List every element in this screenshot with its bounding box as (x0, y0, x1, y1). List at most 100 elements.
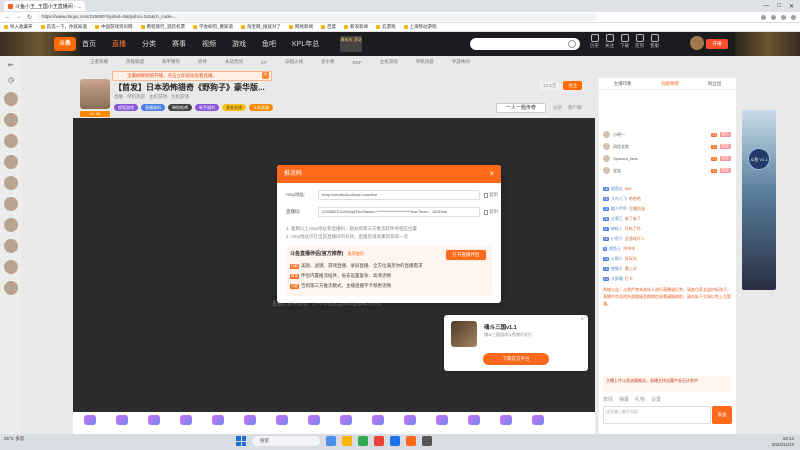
chat-message[interactable]: 19 夜猫子 晚上好 (603, 264, 731, 273)
gift-item[interactable] (369, 415, 387, 431)
download-button[interactable]: 下载 (620, 34, 629, 49)
copy-key-button[interactable]: 复制 (484, 209, 498, 215)
emoji-button[interactable]: 表情 (603, 396, 613, 403)
nav-events[interactable]: 赛事 (172, 39, 186, 49)
follow-button[interactable]: 关注 (605, 34, 614, 49)
gift-item[interactable] (81, 415, 99, 431)
open-companion-button[interactable]: 打开直播伴侣 (446, 250, 486, 260)
chat-message[interactable]: 12 路人甲甲 主播加油 (603, 204, 731, 213)
bookmark-item[interactable]: 携程旅行_酒店机票 (141, 24, 186, 30)
extension-icon[interactable] (781, 14, 786, 20)
history-button[interactable]: 历史 (590, 34, 599, 49)
subnav-item[interactable]: 王者荣耀 (90, 59, 108, 65)
subnav-item[interactable]: 永劫无间 (225, 59, 243, 65)
forward-icon[interactable]: → (15, 14, 22, 20)
site-search-input[interactable] (470, 38, 580, 50)
nav-games[interactable]: 游戏 (232, 39, 246, 49)
chat-message[interactable]: 20 过客乙 来了来了 (603, 214, 731, 223)
system-tray[interactable]: 19:12 2024/11/23 (772, 436, 794, 448)
contributor-row[interactable]: 宝宝 20 粉丝 (603, 166, 731, 175)
service-button[interactable]: 客服 (650, 34, 659, 49)
bookmark-item[interactable]: 淘宝网_搜就对了 (241, 24, 281, 30)
profile-icon[interactable] (791, 14, 796, 20)
followed-avatar[interactable] (4, 239, 18, 253)
tab-impression[interactable]: 主播印象 (614, 81, 632, 87)
danmaku-button[interactable]: 弹幕 (619, 396, 629, 403)
followed-avatar[interactable] (4, 218, 18, 232)
nav-kpl[interactable]: KPL年总 (292, 39, 319, 49)
gift-item[interactable] (529, 415, 547, 431)
subnav-item[interactable]: 和平精英 (162, 59, 180, 65)
bookmark-item[interactable]: 云游戏 (376, 24, 396, 30)
featured-game-button[interactable]: 一人一题传奇 (496, 103, 546, 113)
streamer-tag[interactable]: 超强游戏 (114, 104, 138, 111)
reload-icon[interactable]: ↻ (26, 14, 33, 21)
chat-message[interactable]: 14 大胖橘 打卡 (603, 274, 731, 283)
tab-weekly-rank[interactable]: 贡献周榜 (661, 81, 679, 87)
app-icon[interactable] (422, 436, 432, 446)
streamer-tag[interactable]: 斗鱼直播 (249, 104, 273, 111)
gift-item[interactable] (401, 415, 419, 431)
send-button[interactable]: 发送 (712, 406, 732, 424)
minimize-icon[interactable]: — (763, 3, 769, 10)
taskbar-search[interactable]: 搜索 (252, 436, 320, 446)
extension-icon[interactable] (771, 14, 776, 20)
client-button[interactable]: 客户端 (568, 105, 582, 111)
follow-button[interactable]: 关注 (563, 81, 583, 90)
checkin-button[interactable]: 签到 (635, 34, 644, 49)
search-icon[interactable] (568, 40, 576, 48)
browser-tab[interactable]: 斗鱼小王_王国小王直播间 - ... (4, 1, 86, 11)
douyu-logo[interactable]: 斗鱼 (54, 37, 76, 51)
subnav-item[interactable]: 单机热游 (416, 59, 434, 65)
followed-avatar[interactable] (4, 113, 18, 127)
followed-avatar[interactable] (4, 176, 18, 190)
user-avatar[interactable] (690, 36, 704, 50)
share-button[interactable]: 分享 (553, 105, 562, 111)
followed-avatar[interactable] (4, 281, 18, 295)
bookmark-item[interactable]: 上海移动游戏 (404, 24, 437, 30)
chat-message[interactable]: 15 大鸟儿飞 哈哈哈 (603, 194, 731, 203)
live-notification[interactable]: 宝藏蝴蝶刚刚开播，点击立即前往观看直播。 × (112, 71, 272, 81)
collapse-icon[interactable]: ⇤ (7, 62, 15, 70)
gift-item[interactable] (305, 415, 323, 431)
side-ad-banner[interactable]: 斗鱼 V1.1 (742, 110, 776, 290)
copy-rtmp-button[interactable]: 复制 (484, 192, 498, 198)
history-icon[interactable]: ◷ (7, 77, 15, 85)
url-input[interactable]: https://www.douyu.com/226580?dyshid=0&dy… (37, 13, 597, 21)
gift-item[interactable] (465, 415, 483, 431)
app-icon[interactable] (374, 436, 384, 446)
douyu-app-icon[interactable] (406, 436, 416, 446)
windows-start-icon[interactable] (236, 436, 246, 446)
bookmark-item[interactable]: 学会如何_要知道 (193, 24, 233, 30)
header-promo-badge[interactable]: 周年庆 活动 (340, 36, 362, 52)
chat-input[interactable]: 这里输入聊天内容 (603, 406, 711, 424)
gift-item[interactable] (337, 415, 355, 431)
chat-message[interactable]: 11 神秘人 开始了吗 (603, 224, 731, 233)
broadcast-banner[interactable]: 主播上传斗鱼流量推送，直播主持宝藏中金石计划中 (603, 376, 731, 392)
app-icon[interactable] (326, 436, 336, 446)
subnav-item[interactable]: 原神 (198, 59, 207, 65)
app-icon[interactable] (358, 436, 368, 446)
gift-item[interactable] (497, 415, 515, 431)
tab-fans[interactable]: 粉丝团 (708, 81, 722, 87)
contributor-row[interactable]: Sponsor_fans 21 粉丝 (603, 154, 731, 163)
settings-button[interactable]: 设置 (651, 396, 661, 403)
subnav-item[interactable]: 主机游戏 (380, 59, 398, 65)
gift-item[interactable] (433, 415, 451, 431)
gift-item[interactable] (241, 415, 259, 431)
gift-button[interactable]: 礼物 (635, 396, 645, 403)
nav-video[interactable]: 视频 (202, 39, 216, 49)
contributor-row[interactable]: 小明一 25 鱼丸 (603, 130, 731, 139)
nav-live[interactable]: 直播 (112, 39, 126, 49)
subnav-item[interactable]: 英雄联盟 (126, 59, 144, 65)
maximize-icon[interactable]: □ (777, 3, 781, 10)
subnav-item[interactable]: DNF (353, 60, 362, 65)
followed-avatar[interactable] (4, 197, 18, 211)
subnav-item[interactable]: 手游休闲 (452, 59, 470, 65)
nav-home[interactable]: 首页 (82, 39, 96, 49)
browser-icon[interactable] (390, 436, 400, 446)
gift-item[interactable] (209, 415, 227, 431)
streamer-tag[interactable]: 带你吃鸡 (168, 104, 192, 111)
chat-message[interactable]: 9 咸鱼王 冲冲冲 (603, 244, 731, 253)
gift-item[interactable] (273, 415, 291, 431)
